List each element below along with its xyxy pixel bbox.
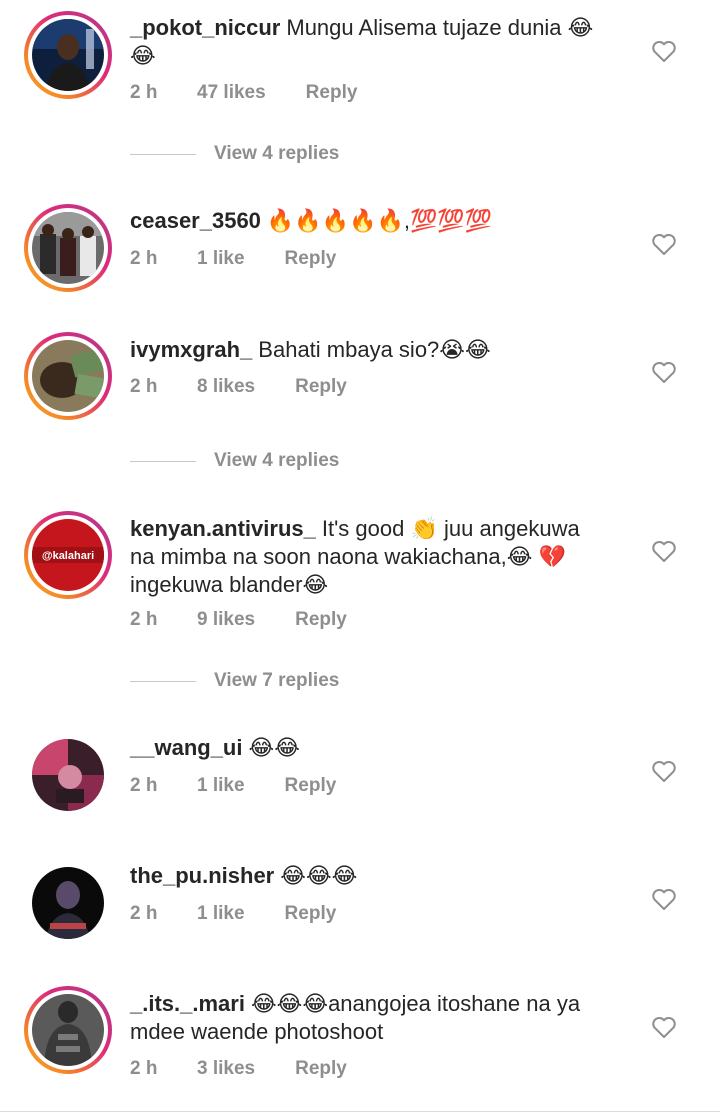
heart-outline-icon[interactable] [651, 39, 677, 63]
comment-time: 2 h [130, 609, 158, 630]
avatar[interactable] [24, 859, 112, 947]
comment-username[interactable]: the_pu.nisher [130, 863, 274, 888]
heart-outline-icon[interactable] [651, 759, 677, 783]
comment-meta: 2 h 3 likes Reply [130, 1057, 347, 1081]
comment-username[interactable]: ceaser_3560 [130, 208, 261, 233]
comment-meta: 2 h 47 likes Reply [130, 81, 357, 105]
comment-username[interactable]: kenyan.antivirus_ [130, 516, 316, 541]
view-replies-button[interactable]: View 4 replies [130, 450, 339, 474]
heart-outline-icon[interactable] [651, 360, 677, 384]
reply-button[interactable]: Reply [285, 774, 337, 798]
comment-text: _pokot_niccur Mungu Alisema tujaze dunia … [130, 14, 610, 70]
reply-button[interactable]: Reply [285, 902, 337, 926]
bottom-divider [0, 1111, 720, 1112]
view-replies-label: View 7 replies [214, 670, 340, 691]
comment-likes[interactable]: 8 likes [197, 375, 255, 399]
comment-meta: 2 h 1 like Reply [130, 902, 336, 926]
heart-outline-icon[interactable] [651, 539, 677, 563]
avatar[interactable]: @kalahari [24, 511, 112, 599]
view-replies-button[interactable]: View 7 replies [130, 670, 339, 694]
comment-likes[interactable]: 1 like [197, 247, 245, 271]
comment-username[interactable]: _.its._.mari [130, 991, 245, 1016]
comment-body: 😂😂😂 [280, 863, 358, 888]
comment-body: 😂😂 [248, 735, 300, 760]
comment-username[interactable]: __wang_ui [130, 735, 242, 760]
avatar[interactable] [24, 204, 112, 292]
comment-likes[interactable]: 3 likes [197, 1057, 255, 1081]
comment-username[interactable]: ivymxgrah_ [130, 337, 252, 362]
reply-button[interactable]: Reply [295, 1057, 347, 1081]
replies-divider [130, 460, 196, 462]
reply-button[interactable]: Reply [295, 375, 347, 399]
comment-text: __wang_ui 😂😂 [130, 734, 610, 762]
comment-time: 2 h [130, 248, 158, 269]
comment-username[interactable]: _pokot_niccur [130, 15, 280, 40]
avatar[interactable] [24, 11, 112, 99]
comment-meta: 2 h 8 likes Reply [130, 375, 347, 399]
reply-button[interactable]: Reply [295, 608, 347, 632]
comment-text: kenyan.antivirus_ It's good 👏 juu angekuw… [130, 515, 610, 599]
comment-text: ceaser_3560 🔥🔥🔥🔥🔥,💯💯💯 [130, 207, 610, 235]
view-replies-button[interactable]: View 4 replies [130, 143, 339, 167]
comment-time: 2 h [130, 82, 158, 103]
avatar[interactable] [24, 332, 112, 420]
comment-time: 2 h [130, 903, 158, 924]
comment-time: 2 h [130, 1058, 158, 1079]
avatar[interactable] [24, 986, 112, 1074]
comment-meta: 2 h 1 like Reply [130, 774, 336, 798]
comment-text: ivymxgrah_ Bahati mbaya sio?😭😂 [130, 336, 610, 364]
reply-button[interactable]: Reply [285, 247, 337, 271]
comment-likes[interactable]: 47 likes [197, 81, 266, 105]
avatar-logo-text: @kalahari [42, 550, 94, 562]
heart-outline-icon[interactable] [651, 232, 677, 256]
reply-button[interactable]: Reply [306, 81, 358, 105]
comment-likes[interactable]: 1 like [197, 774, 245, 798]
comment-meta: 2 h 1 like Reply [130, 247, 336, 271]
comment-meta: 2 h 9 likes Reply [130, 608, 347, 632]
comment-body: 🔥🔥🔥🔥🔥,💯💯💯 [266, 208, 493, 233]
comment-text: the_pu.nisher 😂😂😂 [130, 862, 610, 890]
comment-text: _.its._.mari 😂😂😂anangojea itoshane na ya … [130, 990, 610, 1046]
avatar[interactable] [24, 731, 112, 819]
view-replies-label: View 4 replies [214, 450, 340, 471]
comment-likes[interactable]: 9 likes [197, 608, 255, 632]
comment-time: 2 h [130, 376, 158, 397]
replies-divider [130, 680, 196, 682]
heart-outline-icon[interactable] [651, 887, 677, 911]
heart-outline-icon[interactable] [651, 1015, 677, 1039]
comment-time: 2 h [130, 775, 158, 796]
comment-body: Bahati mbaya sio?😭😂 [258, 337, 491, 362]
comment-likes[interactable]: 1 like [197, 902, 245, 926]
view-replies-label: View 4 replies [214, 143, 340, 164]
replies-divider [130, 153, 196, 155]
